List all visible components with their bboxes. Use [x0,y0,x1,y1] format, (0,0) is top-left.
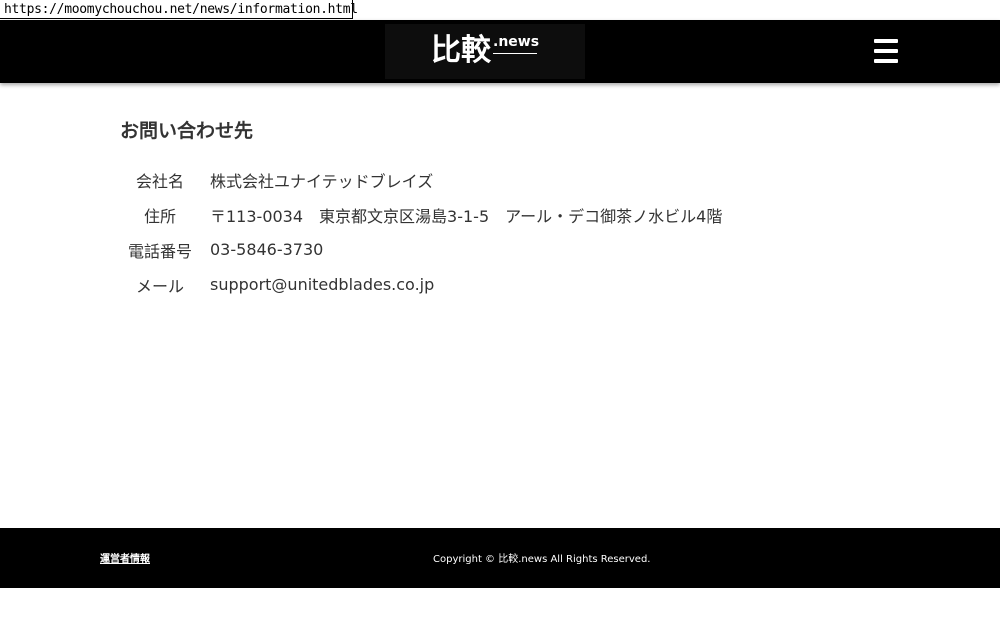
url-bar[interactable]: https://moomychouchou.net/news/informati… [0,0,1000,20]
hamburger-menu-icon[interactable] [872,39,900,63]
site-footer: 運営者情報 Copyright © 比較.news All Rights Res… [0,528,1000,588]
menu-bar-top [874,39,898,43]
copyright-text: Copyright © 比較.news All Rights Reserved. [433,554,651,565]
logo-suffix: .news [493,34,540,50]
table-row-email: メール support@unitedblades.co.jp [120,267,722,302]
page-title: お問い合わせ先 [120,120,254,142]
table-row-company: 会社名 株式会社ユナイテッドブレイズ [120,162,722,197]
main-content: お問い合わせ先 会社名 株式会社ユナイテッドブレイズ 住所 〒113-0034 … [120,115,880,302]
phone-label: 電話番号 [127,241,192,261]
email-value: support@unitedblades.co.jp [210,275,435,294]
company-value: 株式会社ユナイテッドブレイズ [210,171,434,191]
contact-info-table: 会社名 株式会社ユナイテッドブレイズ 住所 〒113-0034 東京都文京区湯島… [120,162,722,302]
table-row-phone: 電話番号 03-5846-3730 [120,232,722,267]
url-text[interactable]: https://moomychouchou.net/news/informati… [4,2,358,17]
address-value: 〒113-0034 東京都文京区湯島3-1-5 アール・デコ御茶ノ水ビル4階 [210,206,723,226]
logo-kanji: 比較 [431,33,491,68]
table-row-address: 住所 〒113-0034 東京都文京区湯島3-1-5 アール・デコ御茶ノ水ビル4… [120,197,722,232]
company-label: 会社名 [135,171,184,191]
site-logo[interactable]: 比較 .news [385,24,585,79]
address-label: 住所 [143,206,176,226]
logo-underline [493,53,537,54]
menu-bar-middle [874,49,898,53]
menu-bar-bottom [874,59,898,63]
site-header: 比較 .news [0,20,1000,83]
operator-info-link[interactable]: 運営者情報 [100,550,150,565]
phone-value: 03-5846-3730 [210,240,324,259]
email-label: メール [135,276,184,296]
